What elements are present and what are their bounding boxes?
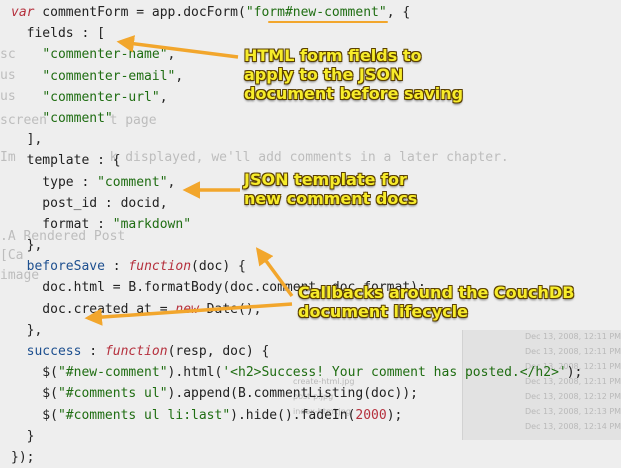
- annotation-callbacks: Callbacks around the CouchDB document li…: [298, 283, 575, 321]
- annotation-form-fields: HTML form fields to apply to the JSON do…: [244, 46, 464, 103]
- arrow-to-fields: [116, 35, 239, 59]
- arrow-to-success: [84, 302, 293, 326]
- arrow-to-before-save: [255, 247, 294, 298]
- code-line: });: [0, 447, 621, 468]
- annotation-json-template: JSON template for new comment docs: [244, 170, 418, 208]
- code-token: });: [11, 449, 35, 465]
